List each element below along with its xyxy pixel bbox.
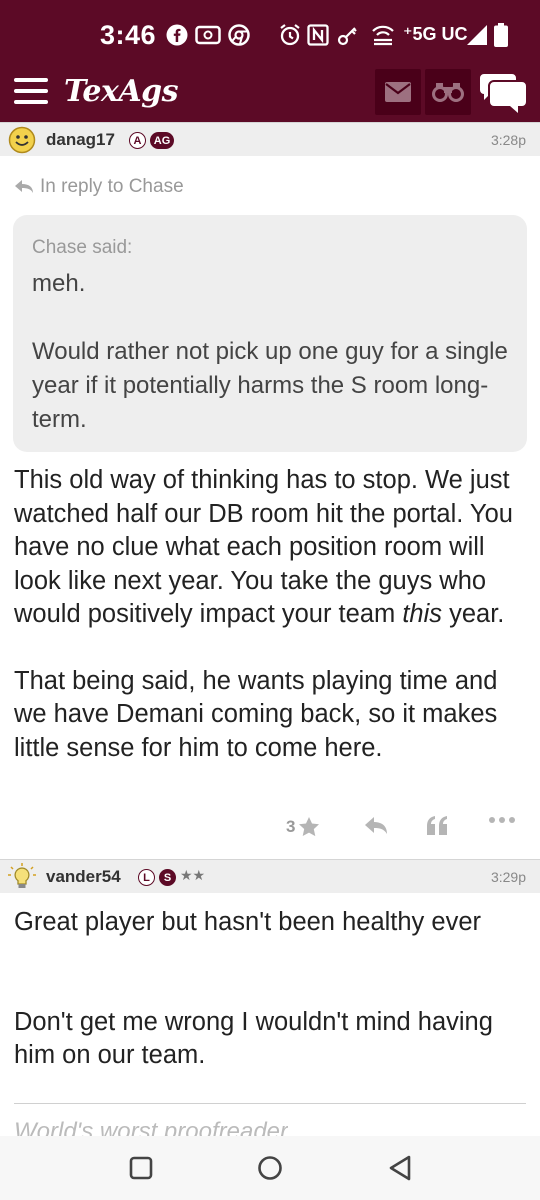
star-button[interactable]: 3: [286, 816, 320, 837]
recents-button[interactable]: [125, 1152, 157, 1184]
post-body: This old way of thinking has to stop. We…: [14, 464, 529, 798]
home-icon: [258, 1156, 282, 1180]
chrome-icon: [228, 22, 250, 48]
menu-icon[interactable]: [14, 78, 48, 108]
recents-icon: [129, 1156, 153, 1180]
reply-button[interactable]: [364, 816, 388, 836]
post-timestamp: 3:29p: [490, 869, 526, 885]
quote-box: Chase said: meh. Would rather not pick u…: [13, 215, 527, 452]
home-button[interactable]: [254, 1152, 286, 1184]
post-paragraph: That being said, he wants playing time a…: [14, 666, 498, 762]
post-paragraph: This old way of thinking has to stop. We…: [14, 466, 513, 628]
nfc-icon: [307, 22, 329, 48]
status-bar: 3:46 ⁺5G UC: [0, 0, 540, 66]
quote-text: meh. Would rather not pick up one guy fo…: [32, 270, 508, 433]
radio-icon: [195, 22, 221, 48]
avatar[interactable]: [8, 126, 36, 154]
reply-to-link[interactable]: In reply to Chase: [14, 176, 184, 198]
reply-icon: [365, 817, 387, 834]
signal-icon: [466, 22, 488, 48]
post-header: danag17 A AG 3:28p: [0, 122, 540, 156]
signature: World's worst proofreader: [14, 1118, 289, 1136]
status-time: 3:46: [100, 20, 157, 50]
star-count: 3: [286, 816, 296, 836]
more-icon: [489, 817, 515, 823]
user-badge-ag: AG: [150, 132, 174, 149]
username[interactable]: danag17: [46, 130, 115, 150]
logo[interactable]: TexAgs: [64, 74, 179, 109]
navigation-bar: [0, 1136, 540, 1200]
back-button[interactable]: [384, 1152, 416, 1184]
key-icon: [336, 22, 360, 48]
chat-button[interactable]: [478, 70, 528, 116]
post-paragraph: Great player but hasn't been healthy eve…: [14, 908, 481, 936]
app-header: TexAgs: [0, 66, 540, 122]
user-badge-a: A: [129, 132, 146, 149]
post-header: vander54 L S ★★ 3:29p: [0, 859, 540, 893]
mail-button[interactable]: [375, 69, 421, 115]
alarm-icon: [278, 22, 302, 48]
battery-icon: [494, 22, 508, 48]
facebook-icon: [166, 22, 188, 48]
avatar[interactable]: [8, 863, 36, 891]
quote-author: Chase said:: [32, 237, 133, 258]
reply-to-label: In reply to Chase: [40, 176, 184, 197]
star-icon: [299, 817, 320, 837]
reply-arrow-icon: [15, 180, 33, 193]
lightbulb-avatar-icon: [8, 863, 36, 888]
user-badge-s: S: [159, 869, 176, 886]
post-timestamp: 3:28p: [490, 132, 526, 148]
binoculars-icon: [432, 83, 464, 102]
network-label: ⁺5G UC: [403, 24, 468, 44]
post-paragraph: Don't get me wrong I wouldn't mind havin…: [14, 1007, 493, 1070]
back-icon: [389, 1155, 411, 1181]
signature-divider: [14, 1103, 526, 1104]
post-body: Great player but hasn't been healthy eve…: [14, 906, 529, 1106]
more-button[interactable]: [488, 816, 516, 824]
hotspot-icon: [370, 22, 396, 48]
user-badge-l: L: [138, 869, 155, 886]
emphasis-text: this: [402, 600, 443, 628]
user-stars: ★★: [180, 867, 206, 883]
username[interactable]: vander54: [46, 867, 121, 887]
quote-icon: [427, 816, 447, 835]
mail-icon: [385, 82, 411, 102]
smiley-avatar-icon: [8, 126, 36, 154]
post-actions: 3: [0, 812, 540, 846]
binoculars-button[interactable]: [425, 69, 471, 115]
quote-button[interactable]: [426, 816, 448, 836]
chat-icon: [480, 74, 526, 113]
